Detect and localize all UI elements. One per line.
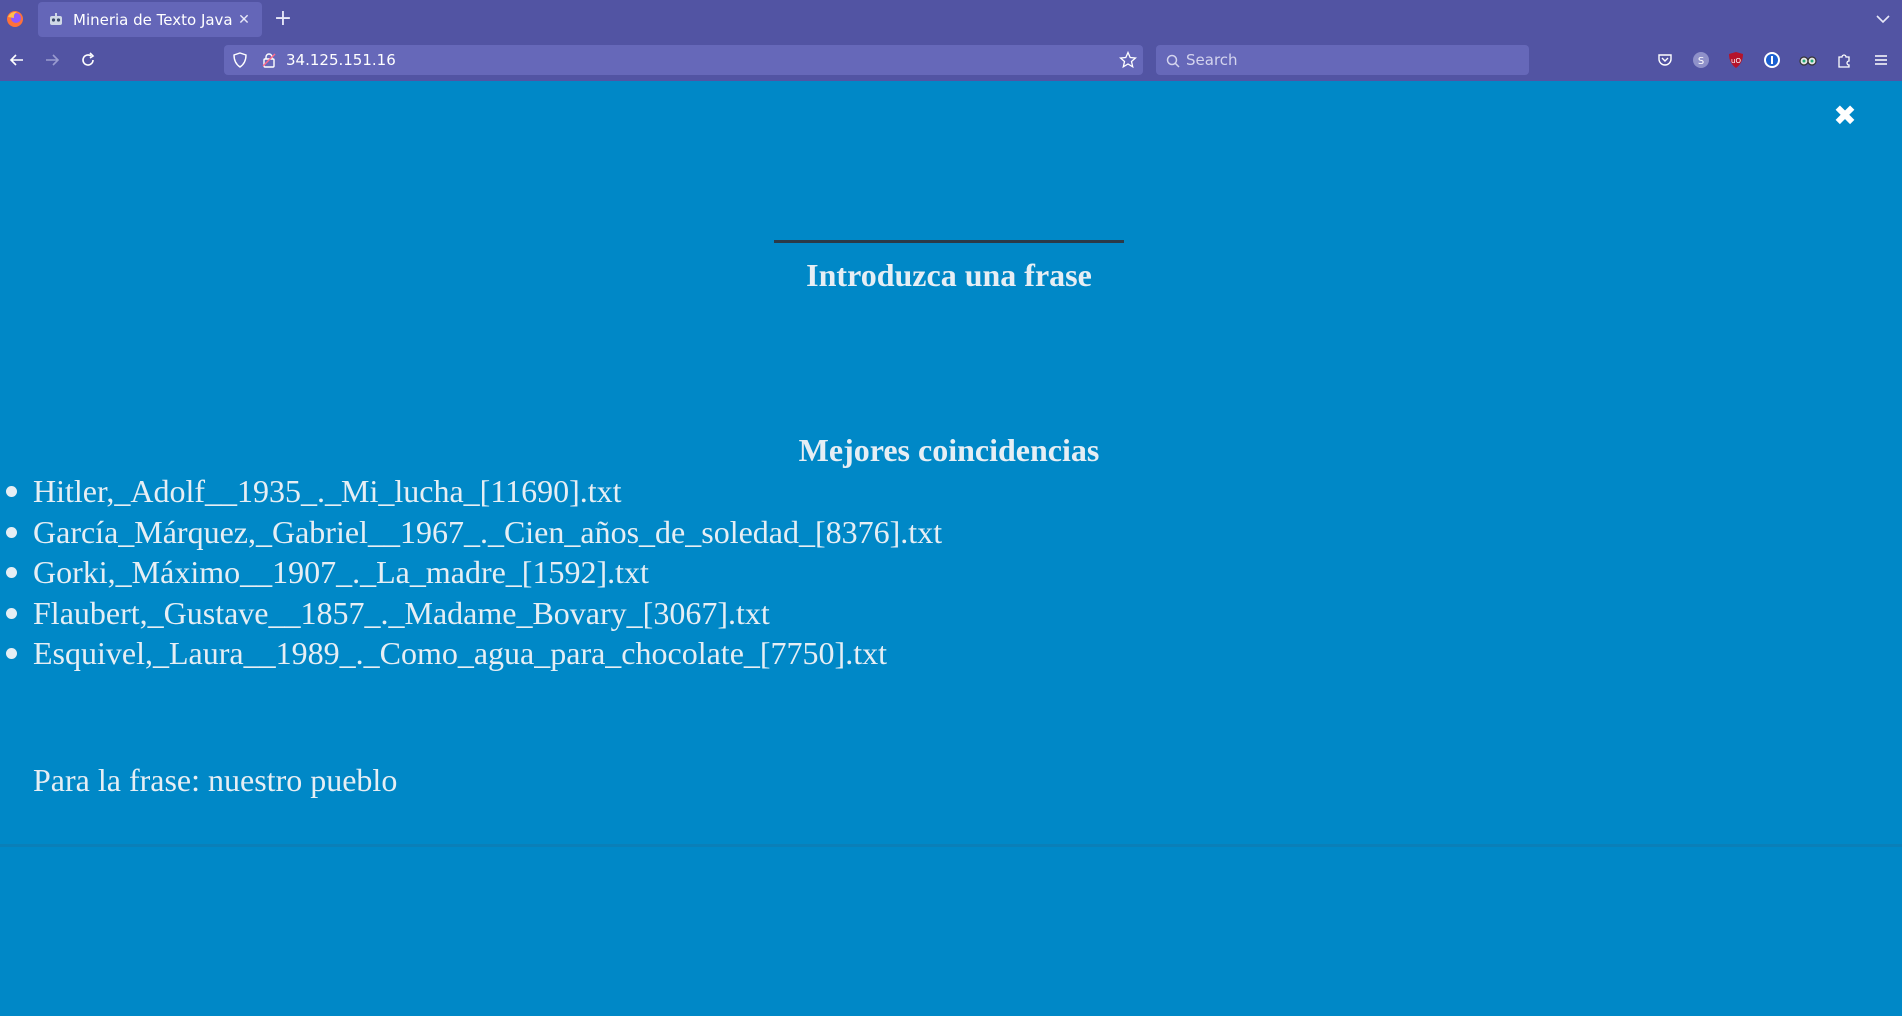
url-bar[interactable]: 34.125.151.16: [224, 45, 1143, 75]
bullet-icon: [6, 567, 17, 579]
list-item: Hitler,_Adolf__1935_._Mi_lucha_[11690].t…: [0, 471, 942, 512]
insecure-lock-icon[interactable]: [261, 52, 277, 68]
close-icon[interactable]: ✖: [1830, 101, 1860, 131]
search-icon: [1166, 53, 1180, 68]
bullet-icon: [6, 526, 17, 538]
list-item: García_Márquez,_Gabriel__1967_._Cien_año…: [0, 512, 942, 553]
results-list: Hitler,_Adolf__1935_._Mi_lucha_[11690].t…: [0, 471, 942, 674]
page-content: ✖ Introduzca una frase Mejores coinciden…: [0, 81, 1902, 1016]
chevron-down-icon[interactable]: [1872, 8, 1894, 30]
list-item: Esquivel,_Laura__1989_._Como_agua_para_c…: [0, 633, 942, 674]
divider: [0, 844, 1902, 847]
tab-title: Mineria de Texto Java: [73, 10, 232, 29]
result-filename: Flaubert,_Gustave__1857_._Madame_Bovary_…: [33, 594, 770, 631]
list-item: Gorki,_Máximo__1907_._La_madre_[1592].tx…: [0, 552, 942, 593]
results-heading: Mejores coincidencias: [798, 432, 1100, 468]
url-text[interactable]: 34.125.151.16: [286, 51, 396, 69]
back-arrow-icon[interactable]: [5, 48, 29, 72]
forward-arrow-icon[interactable]: [40, 48, 64, 72]
pocket-icon[interactable]: [1654, 49, 1676, 71]
bookmark-star-icon[interactable]: [1118, 50, 1138, 69]
extensions-puzzle-icon[interactable]: [1833, 49, 1855, 71]
tracking-shield-icon[interactable]: [232, 52, 248, 68]
result-filename: Gorki,_Máximo__1907_._La_madre_[1592].tx…: [33, 554, 649, 591]
firefox-logo-icon[interactable]: [5, 9, 25, 29]
nav-bar: 34.125.151.16 Search S uO: [0, 39, 1902, 81]
bullet-icon: [6, 607, 17, 619]
prompt-heading: Introduzca una frase: [806, 257, 1092, 293]
phrase-input[interactable]: [774, 239, 1124, 243]
tab-bar: Mineria de Texto Java ✕ +: [0, 0, 1902, 39]
tab-close-icon[interactable]: ✕: [232, 8, 256, 32]
ublock-origin-icon[interactable]: uO: [1725, 49, 1747, 71]
reload-icon[interactable]: [76, 48, 100, 72]
search-bar[interactable]: Search: [1156, 45, 1529, 75]
searched-phrase: Para la frase: nuestro pueblo: [33, 762, 398, 798]
new-tab-plus-icon[interactable]: +: [270, 7, 296, 33]
bullet-icon: [6, 648, 17, 660]
extension-glasses-icon[interactable]: [1797, 49, 1819, 71]
list-item: Flaubert,_Gustave__1857_._Madame_Bovary_…: [0, 593, 942, 634]
result-filename: Esquivel,_Laura__1989_._Como_agua_para_c…: [33, 635, 887, 672]
result-filename: Hitler,_Adolf__1935_._Mi_lucha_[11690].t…: [33, 473, 622, 509]
svg-text:uO: uO: [1731, 57, 1741, 65]
svg-text:S: S: [1698, 56, 1704, 67]
browser-tab[interactable]: Mineria de Texto Java ✕: [38, 2, 262, 37]
sync-account-icon[interactable]: S: [1690, 49, 1712, 71]
result-filename: García_Márquez,_Gabriel__1967_._Cien_año…: [33, 513, 943, 550]
search-input[interactable]: Search: [1186, 51, 1238, 69]
hamburger-menu-icon[interactable]: [1870, 49, 1892, 71]
bullet-icon: [6, 486, 17, 497]
password-manager-icon[interactable]: [1761, 49, 1783, 71]
robot-favicon-icon: [48, 12, 64, 28]
